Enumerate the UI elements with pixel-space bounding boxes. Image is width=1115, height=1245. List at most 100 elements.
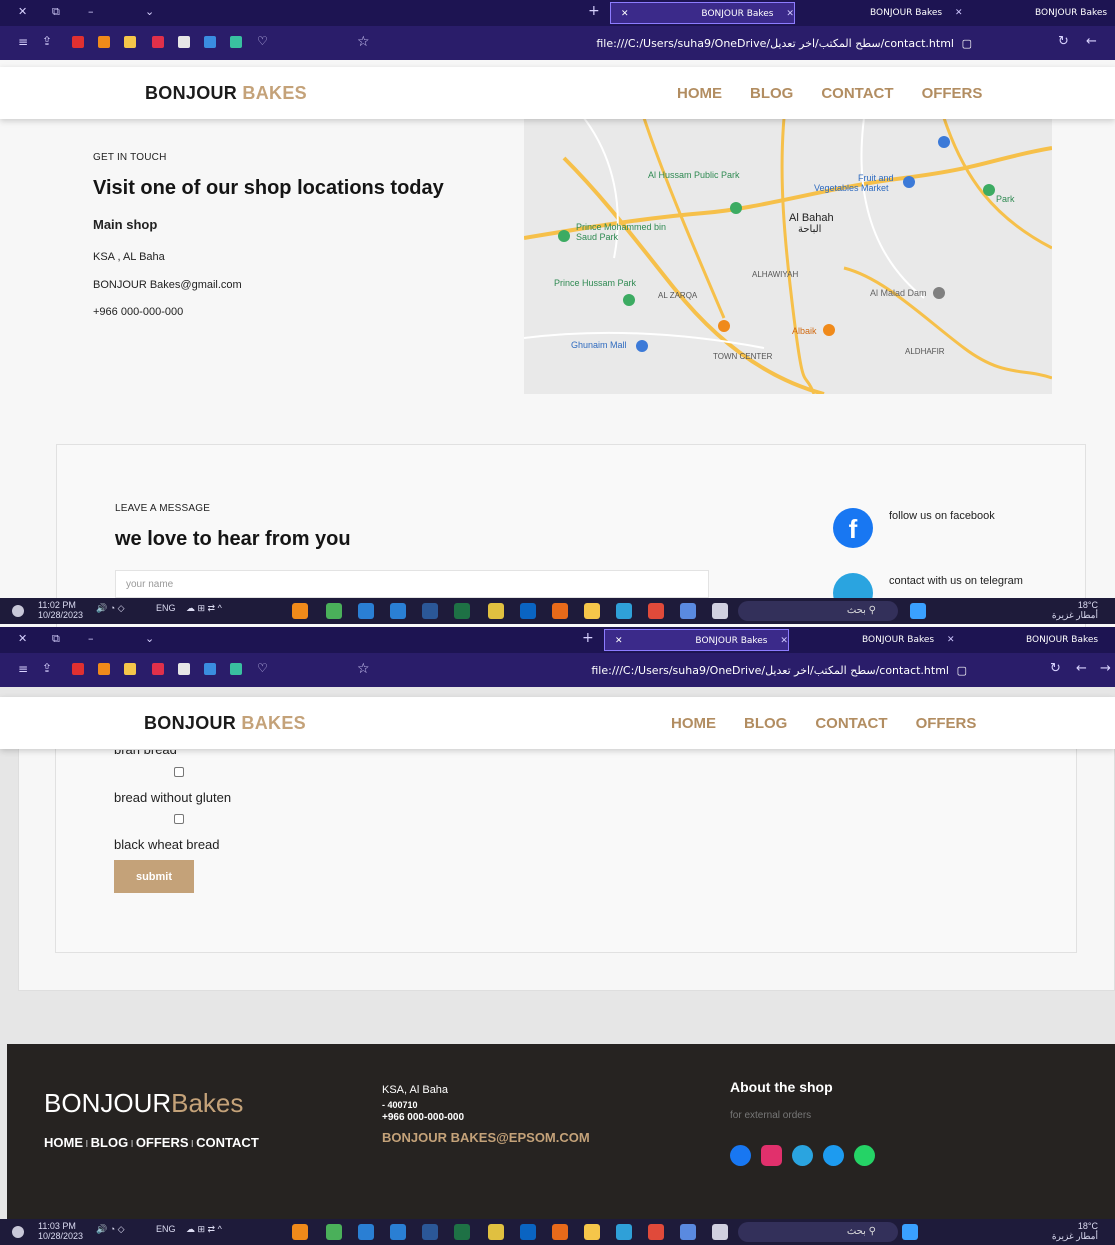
twitter-icon[interactable] xyxy=(823,1145,844,1166)
firefox-icon[interactable] xyxy=(552,603,568,619)
taskbar-search[interactable]: بحث ⚲ xyxy=(738,1222,898,1242)
extension-icon[interactable] xyxy=(72,663,84,675)
telegram-icon[interactable] xyxy=(792,1145,813,1166)
language-indicator[interactable]: ENG xyxy=(156,603,176,613)
system-icon[interactable] xyxy=(12,605,24,617)
footer-email[interactable]: BONJOUR BAKES@EPSOM.COM xyxy=(382,1130,590,1145)
brand-logo[interactable]: BONJOUR BAKES xyxy=(145,83,307,104)
chevron-down-icon[interactable]: ⌄ xyxy=(145,632,154,645)
nav-contact[interactable]: CONTACT xyxy=(815,715,887,732)
reload-icon[interactable]: ↻ xyxy=(1050,661,1061,676)
pocket-icon[interactable]: ♡ xyxy=(257,34,268,48)
windows-start-icon[interactable] xyxy=(902,1224,918,1240)
bookmark-star-icon[interactable]: ☆ xyxy=(357,661,370,677)
footer-link-blog[interactable]: BLOG xyxy=(91,1135,129,1150)
tab-3[interactable]: BONJOUR Bakes xyxy=(1016,629,1115,651)
menu-icon[interactable]: ≡ xyxy=(18,662,28,676)
word-icon[interactable] xyxy=(422,1224,438,1240)
app-icon[interactable] xyxy=(680,1224,696,1240)
app-icon[interactable] xyxy=(326,1224,342,1240)
address-bar[interactable]: file:///C:/Users/suha9/OneDrive/سطح المك… xyxy=(380,33,980,55)
close-tab-icon[interactable]: ✕ xyxy=(615,636,623,646)
close-window-icon[interactable]: ✕ xyxy=(18,632,27,645)
app-icon[interactable] xyxy=(292,1224,308,1240)
extension-icon[interactable] xyxy=(178,36,190,48)
extension-icon[interactable] xyxy=(178,663,190,675)
extension-icon[interactable] xyxy=(152,36,164,48)
extension-icon[interactable] xyxy=(98,36,110,48)
extension-icon[interactable] xyxy=(230,36,242,48)
brand-logo[interactable]: BONJOUR BAKES xyxy=(144,713,306,734)
option-checkbox[interactable] xyxy=(174,814,184,824)
minimize-icon[interactable]: – xyxy=(88,5,94,18)
extension-icon[interactable] xyxy=(124,663,136,675)
chrome-icon[interactable] xyxy=(648,1224,664,1240)
chrome-icon[interactable] xyxy=(648,603,664,619)
nav-offers[interactable]: OFFERS xyxy=(916,715,977,732)
word-icon[interactable] xyxy=(422,603,438,619)
shop-email[interactable]: BONJOUR Bakes@gmail.com xyxy=(93,279,242,291)
tab-active[interactable]: ✕ BONJOUR Bakes ✕ xyxy=(604,629,789,651)
vscode-icon[interactable] xyxy=(358,603,374,619)
app-icon[interactable] xyxy=(292,603,308,619)
footer-link-contact[interactable]: CONTACT xyxy=(196,1135,259,1150)
option-checkbox[interactable] xyxy=(174,767,184,777)
folder-icon[interactable] xyxy=(584,603,600,619)
chevron-down-icon[interactable]: ⌄ xyxy=(145,5,154,18)
footer-link-home[interactable]: HOME xyxy=(44,1135,83,1150)
extension-icon[interactable] xyxy=(204,663,216,675)
address-bar[interactable]: file:///C:/Users/suha9/OneDrive/سطح المك… xyxy=(375,660,975,682)
nav-blog[interactable]: BLOG xyxy=(744,715,787,732)
nav-contact[interactable]: CONTACT xyxy=(821,85,893,102)
bookmark-star-icon[interactable]: ☆ xyxy=(357,34,370,50)
new-tab-icon[interactable]: + xyxy=(582,630,594,646)
system-icon[interactable] xyxy=(12,1226,24,1238)
facebook-icon[interactable]: f xyxy=(833,508,873,548)
app-icon[interactable] xyxy=(680,603,696,619)
taskbar-search[interactable]: بحث ⚲ xyxy=(738,601,898,621)
language-indicator[interactable]: ENG xyxy=(156,1224,176,1234)
nav-home[interactable]: HOME xyxy=(677,85,722,102)
edge-icon[interactable] xyxy=(616,603,632,619)
app-icon[interactable] xyxy=(712,603,728,619)
extension-icon[interactable] xyxy=(98,663,110,675)
speaker-icon[interactable]: 🔊 ◔ ◇ xyxy=(96,603,125,614)
extension-icon[interactable] xyxy=(152,663,164,675)
forward-icon[interactable]: → xyxy=(1100,661,1111,676)
footer-link-offers[interactable]: OFFERS xyxy=(136,1135,189,1150)
new-tab-icon[interactable]: + xyxy=(588,3,600,19)
excel-icon[interactable] xyxy=(454,1224,470,1240)
app-icon[interactable] xyxy=(326,603,342,619)
outlook-icon[interactable] xyxy=(520,603,536,619)
submit-button[interactable]: submit xyxy=(114,860,194,893)
close-tab-icon[interactable]: ✕ xyxy=(780,636,788,646)
footer-logo[interactable]: BONJOURBakes xyxy=(44,1088,243,1119)
whatsapp-icon[interactable] xyxy=(854,1145,875,1166)
tab-active[interactable]: ✕ BONJOUR Bakes ✕ xyxy=(610,2,795,24)
close-tab-icon[interactable]: ✕ xyxy=(621,9,629,19)
app-icon[interactable] xyxy=(390,1224,406,1240)
back-icon[interactable]: ← xyxy=(1086,34,1097,49)
close-tab-icon[interactable]: ✕ xyxy=(786,9,794,19)
instagram-icon[interactable] xyxy=(761,1145,782,1166)
nav-blog[interactable]: BLOG xyxy=(750,85,793,102)
close-tab-icon[interactable]: ✕ xyxy=(947,635,955,645)
firefox-icon[interactable] xyxy=(552,1224,568,1240)
close-window-icon[interactable]: ✕ xyxy=(18,5,27,18)
edge-icon[interactable] xyxy=(616,1224,632,1240)
restore-icon[interactable]: ⧉ xyxy=(52,5,60,19)
tab-3[interactable]: BONJOUR Bakes xyxy=(1025,2,1115,24)
tray-icons[interactable]: ☁ ⊞ ⇄ ^ xyxy=(186,603,222,614)
nav-home[interactable]: HOME xyxy=(671,715,716,732)
folder-icon[interactable] xyxy=(584,1224,600,1240)
facebook-icon[interactable] xyxy=(730,1145,751,1166)
extension-icon[interactable] xyxy=(204,36,216,48)
app-icon[interactable] xyxy=(390,603,406,619)
pocket-icon[interactable]: ♡ xyxy=(257,661,268,675)
back-icon[interactable]: ← xyxy=(1076,661,1087,676)
app-icon[interactable] xyxy=(488,603,504,619)
extension-icon[interactable] xyxy=(72,36,84,48)
minimize-icon[interactable]: – xyxy=(88,632,94,645)
reload-icon[interactable]: ↻ xyxy=(1058,34,1069,49)
outlook-icon[interactable] xyxy=(520,1224,536,1240)
